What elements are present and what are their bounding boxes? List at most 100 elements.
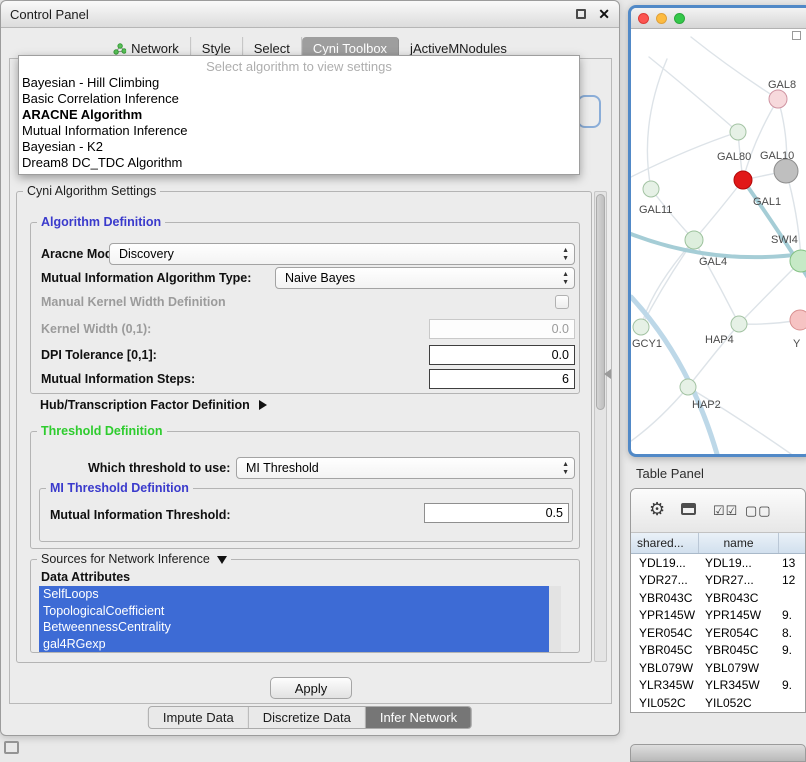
network-node[interactable] [774, 159, 798, 183]
table-row[interactable]: YLR345WYLR345W9. [631, 677, 805, 695]
panel-corner-icon[interactable] [4, 741, 19, 754]
tab-cyni-toolbox-label: Cyni Toolbox [313, 41, 387, 56]
settings-scrollbar[interactable] [594, 191, 607, 662]
birdseye-toggle[interactable] [792, 31, 801, 40]
attribute-list-item[interactable]: gal4RGexp [39, 636, 549, 653]
table-cell: 9. [779, 608, 805, 622]
table-cell: YER054C [631, 626, 699, 640]
network-edge[interactable] [647, 59, 667, 189]
algorithm-option[interactable]: ARACNE Algorithm [19, 107, 579, 123]
network-edge[interactable] [649, 57, 738, 132]
node-label: HAP2 [692, 399, 721, 411]
table-row[interactable]: YDL19...YDL19...13 [631, 554, 805, 572]
kernel-width-input[interactable]: 0.0 [429, 319, 575, 339]
network-edge[interactable] [743, 99, 778, 180]
zoom-traffic-light[interactable] [674, 13, 685, 24]
group-title: Cyni Algorithm Settings [23, 184, 160, 198]
close-icon[interactable]: ✕ [598, 7, 610, 21]
attribute-list-item[interactable]: TopologicalCoefficient [39, 603, 549, 620]
deselect-all-checkboxes-icon[interactable]: ▢▢ [745, 503, 772, 519]
tab-impute-data[interactable]: Impute Data [149, 707, 249, 728]
column-header-partial[interactable] [779, 533, 805, 553]
window-title: Control Panel [10, 7, 576, 22]
network-node[interactable] [730, 124, 746, 140]
network-node[interactable] [731, 316, 747, 332]
node-label: GAL8 [768, 79, 796, 91]
table-cell: 9. [779, 678, 805, 692]
table-cell: YPR145W [631, 608, 699, 622]
mi-threshold-label: Mutual Information Threshold: [50, 508, 231, 522]
mi-algorithm-type-label: Mutual Information Algorithm Type: [41, 271, 251, 285]
algorithm-dropdown-list: Bayesian - Hill ClimbingBasic Correlatio… [19, 75, 579, 171]
table-cell: YLR345W [631, 678, 699, 692]
attribute-list-item[interactable]: SelfLoops [39, 586, 549, 603]
which-threshold-select[interactable]: MI Threshold ▲▼ [236, 457, 575, 479]
mi-algorithm-type-value: Naive Bayes [285, 271, 355, 285]
select-all-checkboxes-icon[interactable]: ☑☑ [713, 503, 738, 519]
float-window-icon[interactable] [576, 9, 586, 19]
network-tab-icon [113, 43, 126, 55]
which-threshold-label: Which threshold to use: [88, 461, 230, 475]
aracne-mode-select[interactable]: Discovery ▲▼ [109, 243, 575, 265]
network-node[interactable] [685, 231, 703, 249]
table-row[interactable]: YPR145WYPR145W9. [631, 607, 805, 625]
help-button-partial[interactable] [577, 95, 601, 128]
column-header-name[interactable]: name [699, 533, 779, 553]
column-browser-icon[interactable] [681, 503, 696, 515]
dpi-tolerance-input[interactable]: 0.0 [429, 345, 575, 365]
algorithm-option[interactable]: Bayesian - K2 [19, 139, 579, 155]
network-canvas[interactable]: GAL8GAL80GAL10GAL1GAL11SWI4GAL4GCY1HAP4Y… [631, 29, 806, 454]
table-cell: YBR045C [699, 643, 779, 657]
network-node[interactable] [633, 319, 649, 335]
table-row[interactable]: YER054CYER054C8. [631, 624, 805, 642]
minimize-traffic-light[interactable] [656, 13, 667, 24]
table-cell: YDR27... [631, 573, 699, 587]
apply-button[interactable]: Apply [270, 677, 352, 699]
table-row[interactable]: YBL079WYBL079W [631, 659, 805, 677]
table-row[interactable]: YIL052CYIL052C [631, 694, 805, 712]
gear-icon[interactable]: ⚙ [649, 499, 665, 520]
node-label: GAL10 [760, 150, 794, 162]
table-cell: YIL052C [699, 696, 779, 710]
network-node[interactable] [790, 310, 806, 330]
node-label: GAL80 [717, 151, 751, 163]
cyni-algorithm-settings-group: Cyni Algorithm Settings Algorithm Defini… [16, 191, 592, 663]
algorithm-dropdown: Select algorithm to view settings Bayesi… [18, 55, 580, 175]
algorithm-option[interactable]: Bayesian - Hill Climbing [19, 75, 579, 91]
hub-transcription-factor-toggle[interactable]: Hub/Transcription Factor Definition [40, 398, 267, 412]
combo-arrows-icon: ▲▼ [562, 271, 569, 287]
tab-discretize-data[interactable]: Discretize Data [249, 707, 366, 728]
mi-steps-input[interactable]: 6 [429, 369, 575, 389]
mi-steps-label: Mutual Information Steps: [41, 372, 195, 386]
sources-toggle[interactable]: Sources for Network Inference [37, 552, 231, 566]
network-node[interactable] [680, 379, 696, 395]
tab-infer-network[interactable]: Infer Network [366, 707, 471, 728]
network-edge[interactable] [691, 37, 778, 99]
table-cell: YBR043C [631, 591, 699, 605]
manual-kernel-width-checkbox[interactable] [555, 295, 569, 309]
table-row[interactable]: YBR043CYBR043C [631, 589, 805, 607]
data-attributes-label: Data Attributes [41, 570, 130, 584]
network-edge[interactable] [631, 387, 688, 441]
table-panel-window: ⚙ ☑☑ ▢▢ shared... name YDL19...YDL19...1… [630, 488, 806, 713]
mi-threshold-input[interactable]: 0.5 [424, 503, 569, 523]
table-row[interactable]: YBR045CYBR045C9. [631, 642, 805, 660]
network-edge[interactable] [694, 180, 743, 240]
algorithm-option[interactable]: Mutual Information Inference [19, 123, 579, 139]
collapsed-panel-bar[interactable] [630, 744, 806, 762]
attribute-list-item[interactable]: BetweennessCentrality [39, 619, 549, 636]
control-panel-titlebar[interactable]: Control Panel ✕ [1, 1, 619, 28]
column-header-shared-name[interactable]: shared... [631, 533, 699, 553]
splitter-collapse-arrow[interactable] [604, 369, 611, 379]
manual-kernel-width-label: Manual Kernel Width Definition [41, 295, 226, 309]
close-traffic-light[interactable] [638, 13, 649, 24]
network-node[interactable] [734, 171, 752, 189]
network-node[interactable] [769, 90, 787, 108]
algorithm-option[interactable]: Dream8 DC_TDC Algorithm [19, 155, 579, 171]
table-row[interactable]: YDR27...YDR27...12 [631, 572, 805, 590]
network-node[interactable] [643, 181, 659, 197]
mi-algorithm-type-select[interactable]: Naive Bayes ▲▼ [275, 267, 575, 289]
table-cell: YLR345W [699, 678, 779, 692]
network-window-titlebar[interactable] [631, 8, 806, 29]
algorithm-option[interactable]: Basic Correlation Inference [19, 91, 579, 107]
